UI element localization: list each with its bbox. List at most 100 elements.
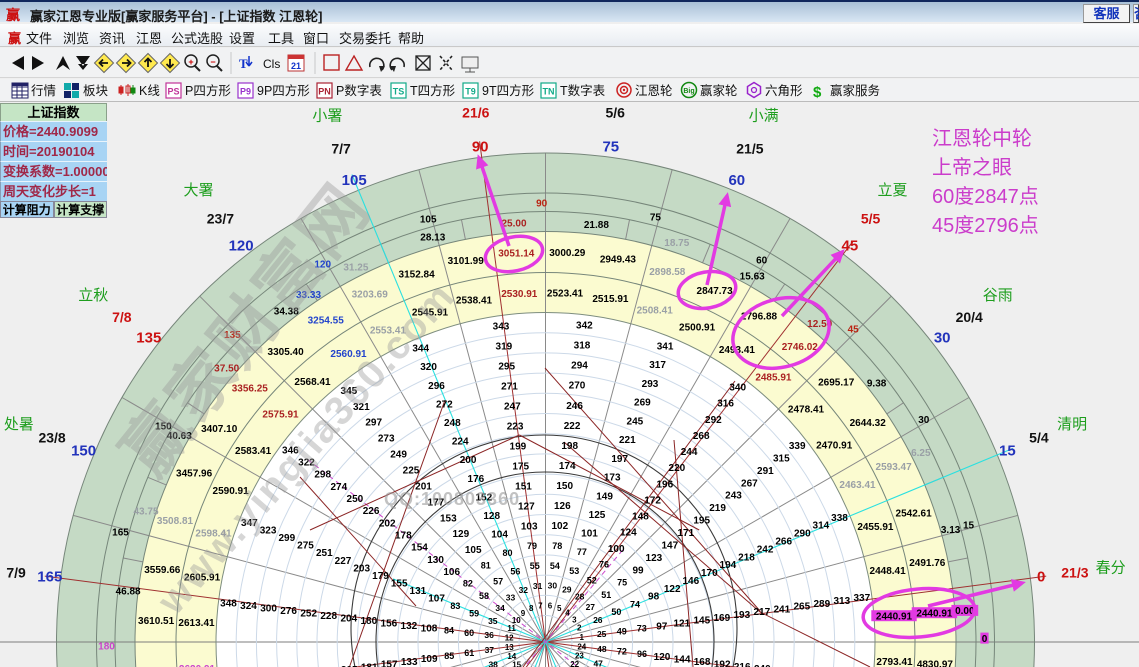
svg-text:QQ:100803360: QQ:100803360 — [384, 489, 520, 509]
svg-text:242: 242 — [757, 544, 774, 555]
svg-text:2500.91: 2500.91 — [679, 323, 716, 334]
svg-text:129: 129 — [452, 529, 469, 540]
svg-text:K线: K线 — [139, 84, 160, 98]
svg-text:行情: 行情 — [31, 84, 56, 98]
svg-text:0: 0 — [1037, 569, 1045, 586]
svg-text:76: 76 — [599, 560, 609, 570]
svg-text:清明: 清明 — [1057, 416, 1087, 433]
svg-text:149: 149 — [596, 491, 613, 502]
svg-text:30: 30 — [918, 415, 930, 426]
svg-text:2575.91: 2575.91 — [262, 410, 299, 421]
svg-text:294: 294 — [571, 361, 588, 372]
svg-text:34: 34 — [495, 603, 505, 613]
svg-text:46.88: 46.88 — [116, 587, 141, 598]
svg-text:130: 130 — [427, 555, 444, 566]
svg-text:T四方形: T四方形 — [410, 83, 456, 98]
svg-text:120: 120 — [654, 652, 671, 663]
svg-text:295: 295 — [498, 361, 515, 372]
svg-text:299: 299 — [278, 533, 295, 544]
svg-text:37: 37 — [485, 645, 495, 655]
svg-text:252: 252 — [300, 609, 317, 620]
svg-text:2746.02: 2746.02 — [782, 342, 819, 353]
svg-text:28.13: 28.13 — [420, 233, 445, 244]
svg-text:174: 174 — [559, 461, 576, 472]
svg-text:33: 33 — [506, 592, 516, 602]
svg-text:3101.99: 3101.99 — [448, 256, 485, 267]
svg-text:313: 313 — [833, 596, 850, 607]
svg-text:77: 77 — [577, 547, 587, 557]
svg-text:150: 150 — [71, 443, 96, 460]
svg-text:51: 51 — [601, 590, 611, 600]
svg-text:2448.41: 2448.41 — [870, 566, 907, 577]
svg-text:2695.17: 2695.17 — [818, 378, 855, 389]
svg-text:56: 56 — [510, 566, 520, 576]
svg-text:58: 58 — [479, 591, 489, 601]
svg-text:165: 165 — [112, 528, 129, 539]
svg-text:120: 120 — [229, 237, 254, 254]
svg-text:15: 15 — [963, 520, 975, 531]
svg-text:105: 105 — [342, 172, 367, 189]
svg-text:49: 49 — [617, 627, 627, 637]
svg-text:75: 75 — [650, 213, 662, 224]
svg-text:125: 125 — [589, 510, 606, 521]
svg-text:7: 7 — [538, 602, 543, 611]
svg-text:168: 168 — [694, 657, 711, 667]
svg-text:2491.76: 2491.76 — [909, 558, 946, 569]
svg-text:5/6: 5/6 — [605, 105, 625, 121]
svg-text:216: 216 — [734, 662, 751, 667]
svg-text:9: 9 — [521, 609, 526, 618]
svg-text:2: 2 — [577, 624, 582, 633]
svg-text:144: 144 — [674, 654, 691, 665]
svg-text:179: 179 — [372, 571, 389, 582]
svg-text:大署: 大署 — [183, 182, 213, 199]
svg-text:123: 123 — [646, 553, 663, 564]
svg-text:314: 314 — [813, 521, 830, 532]
svg-text:2949.43: 2949.43 — [600, 254, 637, 265]
svg-text:339: 339 — [789, 441, 806, 452]
svg-text:319: 319 — [496, 341, 513, 352]
svg-text:225: 225 — [403, 466, 420, 477]
svg-text:226: 226 — [363, 506, 380, 517]
svg-text:3051.14: 3051.14 — [498, 249, 535, 260]
svg-text:3: 3 — [572, 615, 577, 624]
svg-text:246: 246 — [566, 401, 583, 412]
svg-text:251: 251 — [316, 548, 333, 559]
svg-text:156: 156 — [381, 618, 398, 629]
svg-text:2593.47: 2593.47 — [876, 462, 913, 473]
svg-text:289: 289 — [813, 599, 830, 610]
svg-text:2644.32: 2644.32 — [850, 418, 887, 429]
svg-text:324: 324 — [240, 601, 257, 612]
svg-text:241: 241 — [773, 604, 790, 615]
svg-text:293: 293 — [642, 379, 659, 390]
svg-text:73: 73 — [637, 624, 647, 634]
svg-text:154: 154 — [411, 543, 428, 554]
svg-text:337: 337 — [853, 593, 870, 604]
svg-text:105: 105 — [420, 215, 437, 226]
svg-text:250: 250 — [347, 494, 364, 505]
svg-text:147: 147 — [661, 540, 678, 551]
svg-text:96: 96 — [637, 649, 647, 659]
svg-text:146: 146 — [682, 576, 699, 587]
svg-text:109: 109 — [421, 654, 438, 665]
svg-text:180: 180 — [98, 641, 115, 652]
svg-text:247: 247 — [504, 401, 521, 412]
svg-text:立夏: 立夏 — [877, 182, 907, 199]
svg-text:267: 267 — [741, 478, 758, 489]
svg-text:30: 30 — [934, 330, 951, 347]
svg-text:2515.91: 2515.91 — [592, 294, 629, 305]
svg-text:48: 48 — [597, 644, 607, 654]
svg-text:21: 21 — [291, 61, 301, 71]
svg-text:P数字表: P数字表 — [336, 83, 382, 98]
svg-text:108: 108 — [421, 623, 438, 634]
svg-text:169: 169 — [713, 613, 730, 624]
svg-text:121: 121 — [673, 618, 690, 629]
svg-text:178: 178 — [395, 531, 412, 542]
svg-text:35: 35 — [488, 616, 498, 626]
svg-text:2568.41: 2568.41 — [294, 377, 331, 388]
svg-text:150: 150 — [556, 481, 573, 492]
svg-text:22: 22 — [570, 660, 579, 667]
svg-text:318: 318 — [574, 341, 591, 352]
svg-text:61: 61 — [464, 648, 474, 658]
svg-text:57: 57 — [493, 577, 503, 587]
svg-text:12: 12 — [505, 633, 514, 642]
